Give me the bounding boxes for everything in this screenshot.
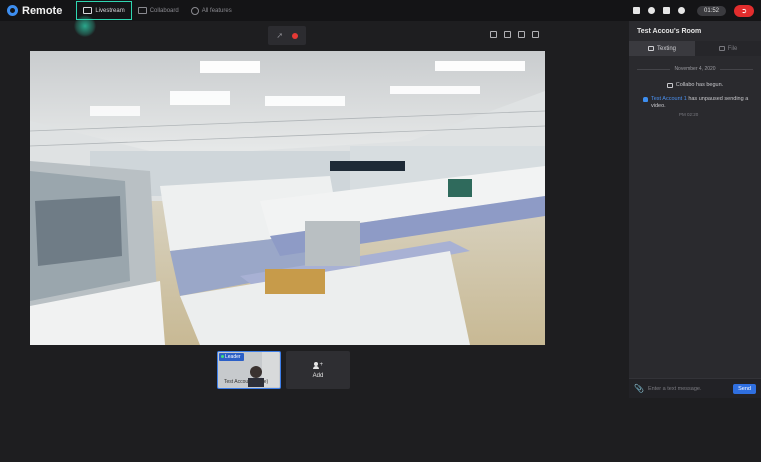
camera-icon[interactable] [632, 7, 640, 14]
leader-badge: Leader [219, 353, 244, 361]
tab-texting[interactable]: Texting [629, 41, 695, 56]
main-video[interactable] [30, 51, 545, 345]
message-input[interactable] [647, 385, 730, 392]
notice-message: Test Account 1 has unpaused sending a vi… [643, 96, 753, 110]
room-panel: Test Accou's Room Texting File November … [629, 21, 761, 398]
remote-logo-icon [7, 5, 18, 16]
divider-line [719, 68, 754, 70]
participant-name: Test Account 1 (Me) [224, 379, 269, 385]
edit-board-icon [137, 7, 147, 14]
settings-icon[interactable] [532, 31, 539, 38]
date-divider: November 4, 2020 [637, 66, 754, 72]
speaker-icon[interactable] [662, 7, 670, 14]
pointer-icon[interactable]: ➚ [276, 31, 283, 40]
chat-icon [647, 46, 654, 51]
app-logo: Remote [7, 5, 62, 17]
leave-button[interactable]: ➲ [734, 4, 754, 17]
participant-thumb-leader[interactable]: Leader Test Account 1 (Me) [217, 351, 281, 389]
tab-texting-label: Texting [656, 45, 676, 52]
top-controls: 01:52 ➲ [632, 0, 754, 21]
record-icon[interactable] [291, 32, 298, 39]
mic-muted-icon[interactable] [647, 7, 655, 14]
nav-collaboard[interactable]: Collaboard [132, 1, 185, 20]
bell-icon [643, 97, 648, 102]
add-label: Add [312, 372, 324, 379]
exit-icon: ➲ [741, 7, 747, 15]
divider-line [637, 68, 671, 70]
click-highlight [74, 15, 96, 37]
folder-icon [718, 46, 725, 51]
room-tabs: Texting File [629, 41, 761, 56]
notice-time: PM 02:20 [679, 112, 699, 117]
notice-user: Test Account 1 [651, 96, 687, 102]
notice-text: Test Account 1 has unpaused sending a vi… [651, 96, 753, 110]
nav-all-features-label: All features [201, 7, 232, 14]
attach-icon[interactable]: 📎 [634, 384, 644, 393]
nav-livestream-label: Livestream [95, 7, 125, 14]
nav-all-features[interactable]: All features [185, 1, 238, 20]
chat-input-bar: 📎 Send [629, 378, 761, 398]
room-title: Test Accou's Room [637, 27, 702, 35]
participant-strip: Leader Test Account 1 (Me) + Add [217, 351, 350, 389]
chat-date: November 4, 2020 [674, 66, 716, 72]
add-participant-button[interactable]: + Add [286, 351, 350, 389]
stream-toolbar: ➚ [268, 26, 306, 45]
gear-icon [190, 6, 199, 15]
system-message: Collabo has begun. [629, 82, 761, 88]
top-bar: Remote Livestream Collaboard All feature… [0, 0, 761, 21]
tab-file-label: File [727, 45, 738, 52]
view-tools [490, 31, 539, 38]
lab-video-frame [30, 51, 545, 345]
monitor-icon [666, 82, 673, 88]
call-timer: 01:52 [696, 5, 726, 16]
monitor-icon [83, 7, 93, 14]
add-user-icon: + [313, 361, 323, 370]
fullscreen-icon[interactable] [490, 31, 497, 38]
copy-icon[interactable] [518, 31, 525, 38]
bell-icon[interactable] [677, 7, 685, 14]
capture-icon[interactable] [504, 31, 511, 38]
nav-collaboard-label: Collaboard [149, 7, 179, 14]
send-button[interactable]: Send [733, 383, 756, 394]
system-message-text: Collabo has begun. [675, 82, 724, 88]
tab-file[interactable]: File [695, 41, 761, 56]
main-nav: Livestream Collaboard All features [76, 0, 237, 21]
app-name: Remote [22, 4, 63, 17]
